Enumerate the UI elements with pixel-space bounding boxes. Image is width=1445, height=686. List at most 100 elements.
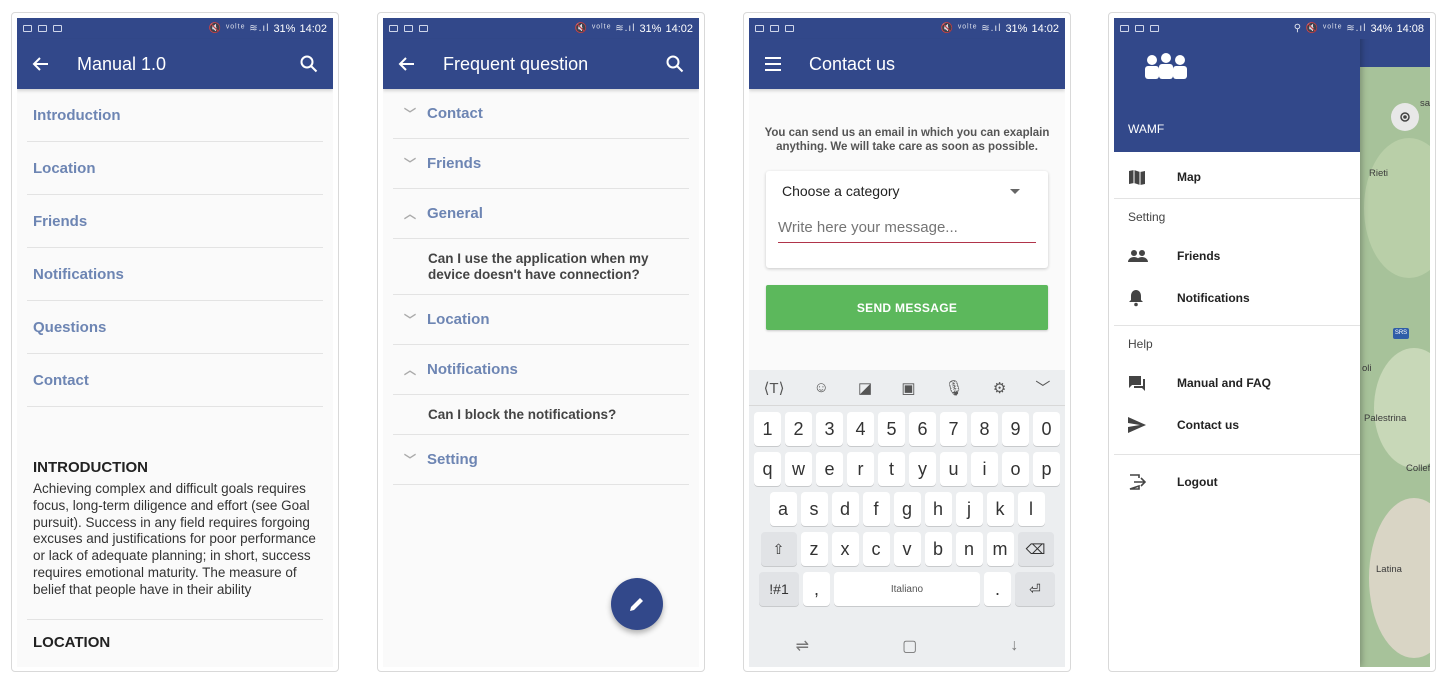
key[interactable]: p	[1033, 452, 1060, 486]
key[interactable]: v	[893, 532, 921, 566]
chevron-down-icon[interactable]: ﹀	[1035, 377, 1050, 398]
key[interactable]: o	[1002, 452, 1029, 486]
gif-icon[interactable]: ▣	[901, 379, 915, 397]
send-message-button[interactable]: SEND MESSAGE	[766, 285, 1048, 330]
toc-link-questions[interactable]: Questions	[27, 301, 323, 354]
key[interactable]: d	[831, 492, 859, 526]
keyboard-row-numbers: 1 2 3 4 5 6 7 8 9 0	[749, 412, 1065, 446]
key[interactable]: 2	[785, 412, 812, 446]
faq-category-friends[interactable]: ﹀ Friends	[393, 139, 689, 189]
key[interactable]: 5	[878, 412, 905, 446]
keyboard-row-zxcv: ⇧ z x c v b n m ⌫	[749, 532, 1065, 566]
faq-question[interactable]: Can I block the notifications?	[393, 395, 689, 435]
chevron-up-icon: ︿	[403, 363, 416, 377]
signal-icons: 🔇 ᵛᵒˡᵗᵉ ≋.ıl	[940, 23, 1002, 34]
key[interactable]: j	[955, 492, 983, 526]
key[interactable]: a	[769, 492, 797, 526]
phone-drawer: Rieti Palestrina Latina Collefe oli sa S…	[1108, 12, 1436, 672]
settings-gear-icon[interactable]: ⚙	[993, 379, 1006, 397]
key[interactable]: n	[955, 532, 983, 566]
faq-category-notifications[interactable]: ︿ Notifications	[393, 345, 689, 395]
backspace-key-icon[interactable]: ⌫	[1017, 532, 1054, 566]
pencil-icon	[630, 598, 643, 611]
compose-fab[interactable]	[611, 578, 663, 630]
battery-level: 31%	[1005, 22, 1028, 35]
search-icon[interactable]	[297, 52, 321, 76]
key[interactable]: 6	[909, 412, 936, 446]
logout-icon	[1128, 474, 1177, 490]
category-select[interactable]: Choose a category	[778, 183, 1036, 199]
message-form: Choose a category	[766, 171, 1048, 268]
drawer-item-contact-us[interactable]: Contact us	[1114, 404, 1360, 446]
map-label: Collefe	[1406, 463, 1430, 474]
faq-category-general[interactable]: ︿ General	[393, 189, 689, 239]
key[interactable]: 1	[754, 412, 781, 446]
key[interactable]: 9	[1002, 412, 1029, 446]
microphone-icon[interactable]: 🎙	[945, 379, 964, 397]
key[interactable]: z	[800, 532, 828, 566]
period-key[interactable]: .	[984, 572, 1011, 606]
key[interactable]: 3	[816, 412, 843, 446]
section-heading-location: LOCATION	[33, 633, 111, 651]
toc-link-introduction[interactable]: Introduction	[27, 89, 323, 142]
back-arrow-icon[interactable]	[29, 52, 53, 76]
faq-category-setting[interactable]: ﹀ Setting	[393, 435, 689, 485]
keyboard-row-asdf: a s d f g h j k l	[749, 492, 1065, 526]
faq-question[interactable]: Can I use the application when my device…	[393, 239, 689, 295]
map-label: oli	[1362, 363, 1372, 374]
search-icon[interactable]	[663, 52, 687, 76]
key[interactable]: k	[986, 492, 1014, 526]
key[interactable]: 8	[971, 412, 998, 446]
faq-category-location[interactable]: ﹀ Location	[393, 295, 689, 345]
key[interactable]: m	[986, 532, 1014, 566]
back-icon[interactable]: ↓	[1010, 637, 1018, 655]
key[interactable]: s	[800, 492, 828, 526]
toc-link-contact[interactable]: Contact	[27, 354, 323, 407]
key[interactable]: x	[831, 532, 859, 566]
key[interactable]: g	[893, 492, 921, 526]
key[interactable]: 7	[940, 412, 967, 446]
key[interactable]: i	[971, 452, 998, 486]
space-key[interactable]: Italiano	[834, 572, 980, 606]
comma-key[interactable]: ,	[803, 572, 830, 606]
back-arrow-icon[interactable]	[395, 52, 419, 76]
drawer-item-logout[interactable]: Logout	[1114, 461, 1360, 503]
hamburger-menu-icon[interactable]	[761, 52, 785, 76]
key[interactable]: l	[1017, 492, 1045, 526]
toc-link-location[interactable]: Location	[27, 142, 323, 195]
my-location-icon[interactable]	[1391, 103, 1419, 131]
message-input[interactable]	[778, 213, 1036, 243]
drawer-item-map[interactable]: Map	[1114, 156, 1360, 198]
key[interactable]: q	[754, 452, 781, 486]
recent-apps-icon[interactable]: ⇌	[796, 636, 809, 656]
enter-key-icon[interactable]: ⏎	[1015, 572, 1055, 606]
key[interactable]: f	[862, 492, 890, 526]
toc-link-notifications[interactable]: Notifications	[27, 248, 323, 301]
key[interactable]: 0	[1033, 412, 1060, 446]
drawer-item-label: Map	[1177, 170, 1201, 184]
key[interactable]: r	[847, 452, 874, 486]
key[interactable]: u	[940, 452, 967, 486]
key[interactable]: 4	[847, 412, 874, 446]
key[interactable]: w	[785, 452, 812, 486]
symbols-key[interactable]: !#1	[759, 572, 799, 606]
chevron-down-icon: ﹀	[403, 453, 416, 467]
toc-link-friends[interactable]: Friends	[27, 195, 323, 248]
home-icon[interactable]: ▢	[902, 636, 917, 656]
drawer-item-friends[interactable]: Friends	[1114, 235, 1360, 277]
key[interactable]: c	[862, 532, 890, 566]
key[interactable]: e	[816, 452, 843, 486]
key[interactable]: y	[909, 452, 936, 486]
translate-icon[interactable]: ⟨T⟩	[764, 379, 785, 397]
page-title: Frequent question	[443, 53, 589, 74]
page-title: Contact us	[809, 53, 896, 74]
faq-category-contact[interactable]: ﹀ Contact	[393, 89, 689, 139]
key[interactable]: t	[878, 452, 905, 486]
emoji-icon[interactable]: ☺	[814, 379, 829, 396]
sticker-icon[interactable]: ◪	[858, 379, 872, 397]
key[interactable]: h	[924, 492, 952, 526]
shift-key-icon[interactable]: ⇧	[760, 532, 797, 566]
key[interactable]: b	[924, 532, 952, 566]
drawer-item-manual-faq[interactable]: Manual and FAQ	[1114, 362, 1360, 404]
drawer-item-notifications[interactable]: Notifications	[1114, 277, 1360, 319]
